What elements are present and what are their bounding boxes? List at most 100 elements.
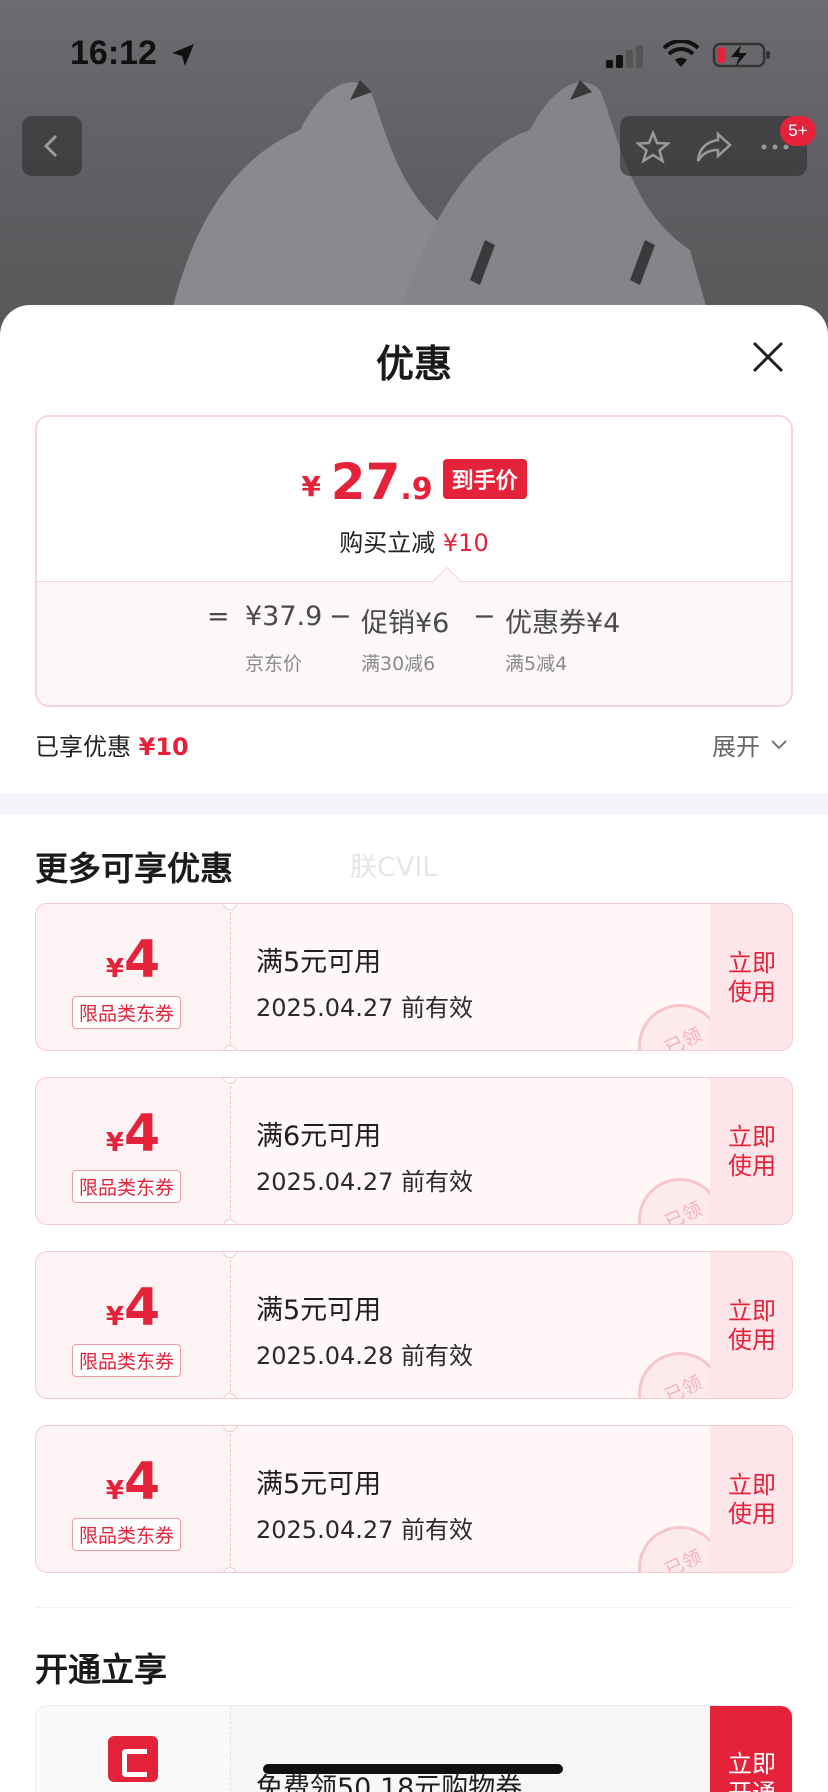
coupon-amount-value: 4 (123, 1278, 161, 1338)
coupon-card: ¥4 限品类东券 满5元可用 2025.04.27 前有效 已领 立即 使用 (35, 903, 793, 1051)
price-summary: ¥ 27 .9 到手价 购买立减 ¥10 (37, 417, 791, 577)
sheet-title: 优惠 (375, 342, 452, 386)
coupon-type-label: 限品类东券 (72, 1518, 182, 1551)
coupon-amount-value: 4 (123, 930, 161, 990)
price-formula-area (37, 581, 791, 705)
reduction-label: 购买立减 (339, 529, 436, 557)
nav-actions-group (620, 116, 807, 176)
coupon-amount: ¥4 (36, 1282, 230, 1334)
expand-button[interactable]: 展开 (712, 727, 788, 762)
promo-discount: 促销¥6 (361, 608, 450, 639)
coupon-yen: ¥ (105, 1302, 124, 1332)
coupon-discount-label: 满5减4 (505, 653, 568, 675)
membership-section-title: 开通立享 (35, 1650, 167, 1689)
battery-charging-icon (712, 42, 770, 68)
open-now-line2: 开通 (710, 1779, 792, 1792)
section-divider-line (35, 1607, 793, 1608)
coupon-condition: 满5元可用 (256, 1295, 382, 1326)
close-icon[interactable] (750, 339, 786, 375)
coupon-card: ¥4 限品类东券 满6元可用 2025.04.27 前有效 已领 立即 使用 (35, 1077, 793, 1225)
open-now-button[interactable]: 立即 开通 (710, 1706, 792, 1792)
promo-discount-label: 满30减6 (361, 653, 436, 675)
use-now-line1: 立即 (728, 1471, 776, 1500)
chevron-down-icon (771, 739, 787, 749)
jd-price-label: 京东价 (245, 653, 303, 675)
promotions-sheet: 优惠 ¥ 27 .9 到手价 购买立减 ¥10 = ¥37.9 京东价 − 促销… (0, 305, 828, 1792)
coupon-notch (223, 1393, 237, 1398)
coupon-yen: ¥ (105, 1128, 124, 1158)
coupon-notch (223, 1045, 237, 1050)
home-indicator (263, 1764, 563, 1774)
coupon-amount: ¥4 (36, 934, 230, 986)
membership-separator (230, 1706, 231, 1792)
location-arrow-icon (172, 44, 194, 66)
final-price: ¥ 27 .9 到手价 (37, 457, 791, 507)
expand-label: 展开 (712, 733, 760, 761)
section-divider (0, 793, 828, 815)
wifi-icon (662, 40, 700, 67)
coupon-separator (230, 1086, 231, 1218)
use-now-line2: 使用 (728, 1152, 776, 1180)
enjoyed-discount: 已享优惠 ¥10 (35, 727, 189, 762)
reduction-value: ¥10 (442, 529, 489, 557)
back-button[interactable] (22, 116, 82, 176)
jd-price: ¥37.9 (245, 601, 323, 632)
use-now-button[interactable]: 立即 使用 (710, 904, 792, 1050)
share-icon[interactable] (696, 130, 732, 164)
membership-logo-icon (108, 1736, 158, 1782)
coupon-separator (230, 1434, 231, 1566)
chevron-left-icon (43, 134, 58, 158)
status-bar: 16:12 (0, 0, 828, 100)
coupon-expiry: 2025.04.27 前有效 (256, 1516, 474, 1544)
coupon-card: ¥4 限品类东券 满5元可用 2025.04.28 前有效 已领 立即 使用 (35, 1251, 793, 1399)
price-breakdown-card: ¥ 27 .9 到手价 购买立减 ¥10 = ¥37.9 京东价 − 促销¥6 … (35, 415, 793, 707)
price-currency: ¥ (301, 470, 321, 503)
product-image-backdrop: 16:12 5+ (0, 0, 828, 340)
instant-reduction: 购买立减 ¥10 (37, 523, 791, 558)
use-now-line2: 使用 (728, 978, 776, 1006)
coupon-discount: 优惠券¥4 (505, 608, 621, 639)
status-time: 16:12 (70, 34, 157, 72)
formula-minus: − (329, 601, 352, 632)
coupon-condition: 满5元可用 (256, 947, 382, 978)
price-decimal: .9 (400, 472, 433, 507)
coupon-separator (230, 912, 231, 1044)
final-price-tag: 到手价 (442, 459, 527, 499)
enjoyed-label: 已享优惠 (35, 733, 131, 761)
more-offers-title: 更多可享优惠 (35, 849, 233, 888)
use-now-line1: 立即 (728, 1297, 776, 1326)
coupon-expiry: 2025.04.27 前有效 (256, 994, 474, 1022)
notification-badge: 5+ (780, 116, 816, 146)
use-now-line2: 使用 (728, 1326, 776, 1354)
use-now-button[interactable]: 立即 使用 (710, 1252, 792, 1398)
watermark: 朕CVIL (350, 852, 438, 883)
coupon-condition: 满5元可用 (256, 1469, 382, 1500)
formula-equals: = (207, 601, 230, 632)
coupon-expiry: 2025.04.28 前有效 (256, 1342, 474, 1370)
star-icon[interactable] (636, 130, 670, 164)
use-now-line2: 使用 (728, 1500, 776, 1528)
coupon-type-label: 限品类东券 (72, 1170, 182, 1203)
coupon-amount-value: 4 (123, 1104, 161, 1164)
use-now-button[interactable]: 立即 使用 (710, 1078, 792, 1224)
coupon-notch (223, 1219, 237, 1224)
use-now-line1: 立即 (728, 1123, 776, 1152)
coupon-type-label: 限品类东券 (72, 1344, 182, 1377)
coupon-type-label: 限品类东券 (72, 996, 182, 1029)
coupon-condition: 满6元可用 (256, 1121, 382, 1152)
open-now-line1: 立即 (728, 1750, 776, 1778)
use-now-button[interactable]: 立即 使用 (710, 1426, 792, 1572)
coupon-amount-value: 4 (123, 1452, 161, 1512)
enjoyed-value: ¥10 (138, 733, 189, 761)
coupon-yen: ¥ (105, 954, 124, 984)
cellular-signal-icon (606, 45, 643, 68)
membership-offer-card: 免费领50.18元购物券 立即 开通 (35, 1705, 793, 1792)
coupon-amount: ¥4 (36, 1108, 230, 1160)
formula-minus: − (473, 601, 496, 632)
coupon-separator (230, 1260, 231, 1392)
coupon-yen: ¥ (105, 1476, 124, 1506)
price-integer: 27 (330, 453, 401, 511)
coupon-card: ¥4 限品类东券 满5元可用 2025.04.27 前有效 已领 立即 使用 (35, 1425, 793, 1573)
coupon-expiry: 2025.04.27 前有效 (256, 1168, 474, 1196)
coupon-amount: ¥4 (36, 1456, 230, 1508)
